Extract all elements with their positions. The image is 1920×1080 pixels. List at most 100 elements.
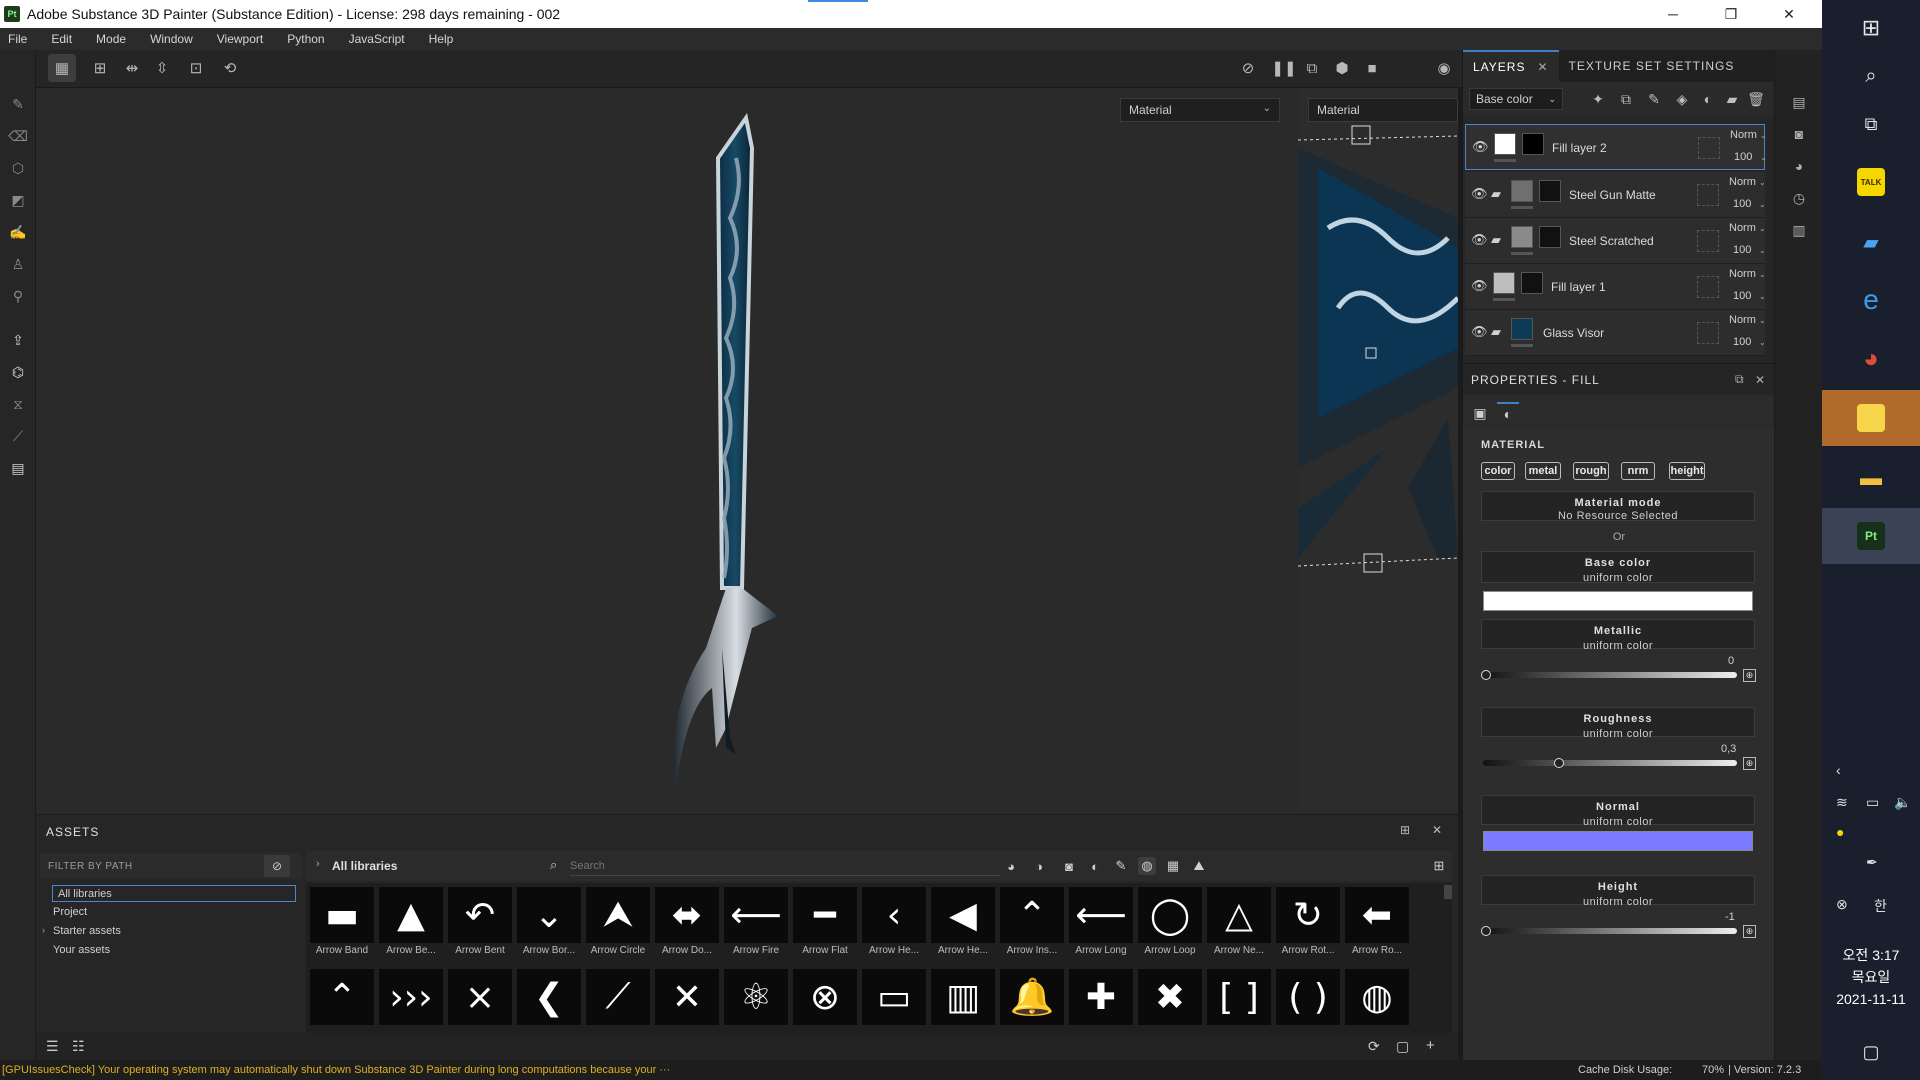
library-project[interactable]: Project: [53, 906, 87, 918]
hide-ui-icon[interactable]: ⊘: [1234, 54, 1262, 82]
close-icon[interactable]: ✕: [1755, 373, 1766, 387]
substance-painter-app[interactable]: Pt: [1822, 508, 1920, 564]
blend-mode[interactable]: Norm: [1730, 129, 1757, 141]
roughness-slider-handle[interactable]: [1554, 758, 1565, 768]
menu-file[interactable]: File: [6, 32, 29, 46]
pause-icon[interactable]: ❚❚: [1270, 54, 1298, 82]
asset-tile[interactable]: ⟵ Arrow Fire: [724, 887, 788, 959]
filter-brushes-icon[interactable]: ✎: [1112, 857, 1130, 875]
library-all[interactable]: All libraries: [52, 885, 296, 902]
metallic-map-icon[interactable]: ⊕: [1743, 669, 1756, 682]
asset-tile[interactable]: ‹ Arrow He...: [862, 887, 926, 959]
export-icon[interactable]: ▤: [8, 458, 28, 478]
height-box[interactable]: Height uniform color: [1481, 875, 1755, 908]
asset-search-input[interactable]: [570, 856, 1000, 876]
add-mask-icon[interactable]: ⧉: [1617, 90, 1635, 108]
notification-icon[interactable]: ▢: [1822, 1024, 1920, 1080]
menu-python[interactable]: Python: [285, 32, 326, 46]
geometry-mask-icon[interactable]: ⌬: [8, 362, 28, 382]
kakaotalk-tray-icon[interactable]: ●: [1836, 824, 1844, 840]
layer-mask-slot[interactable]: [1697, 276, 1719, 298]
height-slider-handle[interactable]: [1481, 926, 1491, 936]
metallic-slider[interactable]: [1483, 672, 1737, 678]
menu-mode[interactable]: Mode: [94, 32, 128, 46]
menu-javascript[interactable]: JavaScript: [347, 32, 407, 46]
close-icon[interactable]: ✕: [1432, 823, 1442, 837]
metallic-slider-handle[interactable]: [1481, 670, 1491, 680]
asset-tile[interactable]: ▭: [862, 969, 926, 1025]
chrome-icon[interactable]: ◕: [1822, 330, 1920, 386]
clone-stamp-icon[interactable]: ♙: [8, 254, 28, 274]
battery-icon[interactable]: ▭: [1866, 794, 1879, 811]
file-explorer-icon[interactable]: ▬: [1822, 450, 1920, 506]
layer-row[interactable]: 👁 ▰ Glass Visor Norm ⌄ 100 ⌄: [1465, 310, 1766, 356]
asset-tile[interactable]: ◍: [1345, 969, 1409, 1025]
material-mode-box[interactable]: Material mode No Resource Selected: [1481, 491, 1755, 522]
float-panel-icon[interactable]: ⧉: [1735, 372, 1745, 387]
volume-muted-icon[interactable]: 🔈: [1894, 794, 1911, 811]
add-fill-layer-icon[interactable]: ◈: [1673, 90, 1691, 108]
asset-tile[interactable]: ⬌ Arrow Do...: [655, 887, 719, 959]
symmetry-x-icon[interactable]: ⇹: [118, 54, 146, 82]
roughness-map-icon[interactable]: ⊕: [1743, 757, 1756, 770]
grid-view-icon[interactable]: ⊞: [1430, 857, 1448, 875]
menu-viewport[interactable]: Viewport: [215, 32, 265, 46]
layer-mask-slot[interactable]: [1697, 184, 1719, 206]
symmetry-y-icon[interactable]: ⇳: [148, 54, 176, 82]
remote-desktop-icon[interactable]: ▰: [1822, 214, 1920, 270]
tree-view-icon[interactable]: ☷: [72, 1038, 85, 1055]
asset-tile[interactable]: ◀ Arrow He...: [931, 887, 995, 959]
smudge-icon[interactable]: ✍: [8, 222, 28, 242]
asset-tile[interactable]: ❮: [517, 969, 581, 1025]
asset-scrollbar[interactable]: [1444, 885, 1452, 899]
asset-tile[interactable]: ›››: [379, 969, 443, 1025]
path-icon[interactable]: ⟋: [8, 426, 28, 446]
filter-alphas-icon[interactable]: ◍: [1138, 857, 1156, 875]
channel-toggle-rough[interactable]: rough: [1573, 462, 1609, 480]
asset-tile[interactable]: ▬ Arrow Band: [310, 887, 374, 959]
asset-tile[interactable]: ↻ Arrow Rot...: [1276, 887, 1340, 959]
asset-tile[interactable]: ▥: [931, 969, 995, 1025]
import-folder-icon[interactable]: ▢: [1396, 1038, 1409, 1055]
layer-mask-slot[interactable]: [1697, 230, 1719, 252]
channel-toggle-metal[interactable]: metal: [1525, 462, 1561, 480]
opacity-value[interactable]: 100: [1733, 290, 1751, 302]
layout-grid-icon[interactable]: ⊞: [86, 54, 114, 82]
menu-window[interactable]: Window: [148, 32, 195, 46]
eye-icon[interactable]: 👁: [1472, 139, 1489, 155]
add-paint-layer-icon[interactable]: ✎: [1645, 90, 1663, 108]
asset-tile[interactable]: [ ]: [1207, 969, 1271, 1025]
height-map-icon[interactable]: ⊕: [1743, 925, 1756, 938]
fill-projection-icon[interactable]: ▣: [1469, 402, 1491, 424]
blend-mode[interactable]: Norm: [1729, 176, 1756, 188]
base-color-box[interactable]: Base color uniform color: [1481, 551, 1755, 584]
asset-breadcrumb[interactable]: All libraries: [332, 859, 397, 873]
float-panel-icon[interactable]: ⊞: [1400, 823, 1410, 837]
channel-select[interactable]: Base color ⌄: [1469, 88, 1563, 110]
hide-filter-icon[interactable]: ⊘: [264, 855, 290, 877]
asset-tile[interactable]: ⌃: [310, 969, 374, 1025]
chevron-left-icon[interactable]: ‹: [1836, 762, 1841, 778]
library-your-assets[interactable]: Your assets: [53, 944, 110, 956]
layer-mask-slot[interactable]: [1697, 322, 1719, 344]
opacity-value[interactable]: 100: [1733, 336, 1751, 348]
layer-row[interactable]: 👁 ▰ Steel Scratched Norm ⌄ 100 ⌄: [1465, 218, 1766, 264]
viewport-3d[interactable]: Material ⌄: [36, 88, 1298, 814]
asset-tile[interactable]: ⨯: [448, 969, 512, 1025]
shader-settings-icon[interactable]: ◕: [1789, 156, 1809, 176]
close-button[interactable]: ✕: [1760, 0, 1818, 28]
height-slider[interactable]: [1483, 928, 1737, 934]
display-3d-icon[interactable]: ⬢: [1328, 54, 1356, 82]
asset-tile[interactable]: ✚: [1069, 969, 1133, 1025]
layer-row[interactable]: 👁 Fill layer 1 Norm ⌄ 100 ⌄: [1465, 264, 1766, 310]
add-folder-icon[interactable]: ▰: [1723, 90, 1741, 108]
filter-filters-icon[interactable]: ◐: [1086, 857, 1104, 875]
layout-single-icon[interactable]: ▦: [48, 54, 76, 82]
filter-environments-icon[interactable]: ⛰: [1190, 857, 1208, 875]
asset-tile[interactable]: ▲ Arrow Be...: [379, 887, 443, 959]
channel-toggle-nrm[interactable]: nrm: [1621, 462, 1655, 480]
minimize-button[interactable]: ─: [1644, 0, 1702, 28]
asset-tile[interactable]: ⌃ Arrow Ins...: [1000, 887, 1064, 959]
add-asset-icon[interactable]: +: [1426, 1037, 1435, 1054]
eye-icon[interactable]: 👁: [1471, 186, 1488, 202]
